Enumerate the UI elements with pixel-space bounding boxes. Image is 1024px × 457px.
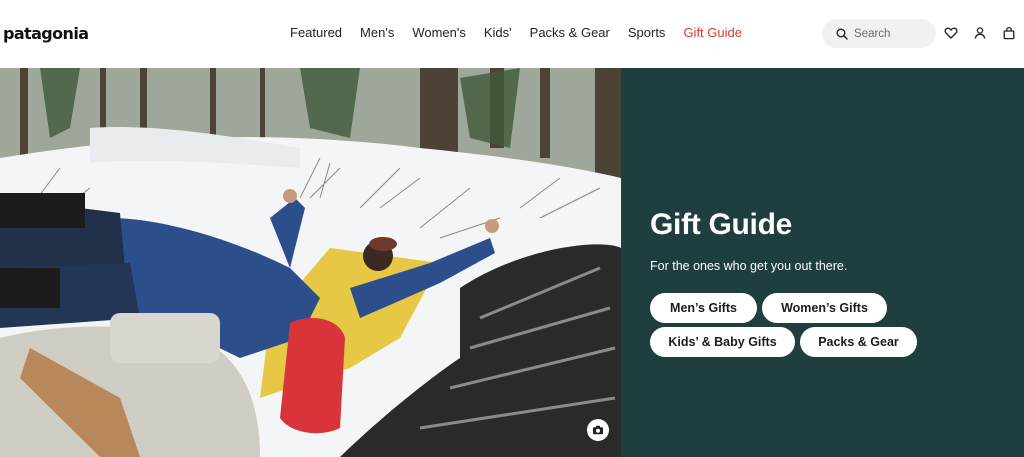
search-input[interactable] [854, 27, 934, 40]
account-button[interactable] [973, 26, 987, 40]
nav-item-kids[interactable]: Kids' [484, 25, 512, 40]
packs-gear-button[interactable]: Packs & Gear [800, 327, 917, 357]
hero-subtitle: For the ones who get you out there. [650, 259, 848, 273]
snow-camp-scene [0, 68, 621, 457]
photo-credit-button[interactable] [587, 419, 609, 441]
hero-title: Gift Guide [650, 208, 792, 241]
hero-banner: Gift Guide For the ones who get you out … [0, 68, 1024, 457]
patagonia-logo[interactable]: patagonia [3, 24, 89, 43]
nav-item-sports[interactable]: Sports [628, 25, 666, 40]
nav-item-featured[interactable]: Featured [290, 25, 342, 40]
heart-icon [944, 27, 958, 39]
cart-button[interactable] [1002, 26, 1016, 40]
hero-image[interactable] [0, 68, 621, 457]
wishlist-button[interactable] [944, 26, 958, 40]
bag-icon [1003, 26, 1015, 40]
nav-item-packs-gear[interactable]: Packs & Gear [530, 25, 610, 40]
womens-gifts-button[interactable]: Women’s Gifts [762, 293, 887, 323]
search-icon [836, 28, 848, 40]
gift-guide-panel: Gift Guide For the ones who get you out … [621, 68, 1024, 457]
nav-item-womens[interactable]: Women's [412, 25, 466, 40]
search-box[interactable] [822, 19, 936, 48]
site-header: patagonia Featured Men's Women's Kids' P… [0, 0, 1024, 68]
nav-item-gift-guide[interactable]: Gift Guide [683, 25, 742, 40]
kids-baby-gifts-button[interactable]: Kids’ & Baby Gifts [650, 327, 795, 357]
main-nav: Featured Men's Women's Kids' Packs & Gea… [290, 25, 760, 40]
mens-gifts-button[interactable]: Men’s Gifts [650, 293, 757, 323]
nav-item-mens[interactable]: Men's [360, 25, 394, 40]
camera-icon [593, 425, 603, 435]
account-icon [974, 27, 986, 39]
